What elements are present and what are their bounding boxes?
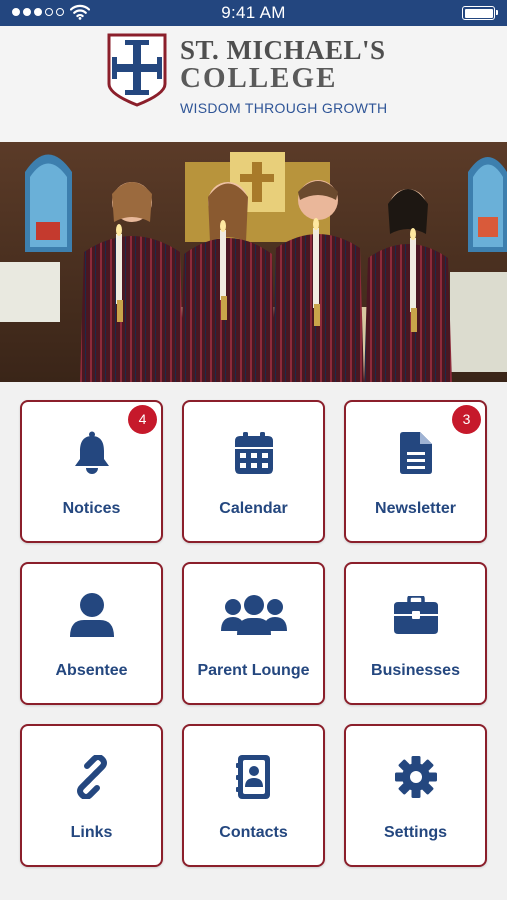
link-icon: [22, 754, 161, 800]
settings-button[interactable]: Settings: [344, 724, 487, 867]
menu-grid: Notices 4 Calendar Newsletter 3 Absentee…: [20, 400, 488, 868]
document-icon: [346, 430, 485, 476]
school-name-line2: COLLEGE: [180, 62, 338, 94]
person-icon: [22, 592, 161, 638]
contacts-button[interactable]: Contacts: [182, 724, 325, 867]
gear-icon: [346, 754, 485, 800]
newsletter-label: Newsletter: [375, 500, 456, 517]
calendar-icon: [184, 430, 323, 476]
links-button[interactable]: Links: [20, 724, 163, 867]
notices-button[interactable]: Notices 4: [20, 400, 163, 543]
status-time: 9:41 AM: [221, 3, 286, 22]
calendar-label: Calendar: [219, 500, 288, 517]
notices-label: Notices: [62, 500, 121, 517]
calendar-button[interactable]: Calendar: [182, 400, 325, 543]
briefcase-icon: [346, 592, 485, 638]
school-name: ST. MICHAEL'S COLLEGE: [180, 35, 386, 94]
absentee-label: Absentee: [55, 662, 128, 679]
notices-badge: 4: [128, 405, 157, 434]
battery-icon: [462, 6, 498, 20]
school-name-line1: ST. MICHAEL'S: [180, 35, 386, 65]
absentee-button[interactable]: Absentee: [20, 562, 163, 705]
businesses-button[interactable]: Businesses: [344, 562, 487, 705]
crest-cross-icon: [106, 32, 168, 113]
settings-label: Settings: [383, 824, 448, 841]
group-icon: [184, 592, 323, 638]
businesses-label: Businesses: [371, 662, 460, 679]
bell-icon: [22, 430, 161, 476]
hero-image: [0, 142, 507, 382]
newsletter-button[interactable]: Newsletter 3: [344, 400, 487, 543]
address-book-icon: [184, 754, 323, 800]
school-header: ST. MICHAEL'S COLLEGE WISDOM THROUGH GRO…: [0, 26, 507, 142]
newsletter-badge: 3: [452, 405, 481, 434]
links-label: Links: [70, 824, 113, 841]
contacts-label: Contacts: [219, 824, 288, 841]
status-bar: 9:41 AM: [0, 0, 507, 26]
parent-lounge-label: Parent Lounge: [197, 662, 310, 679]
parent-lounge-button[interactable]: Parent Lounge: [182, 562, 325, 705]
school-motto: WISDOM THROUGH GROWTH: [180, 100, 388, 116]
